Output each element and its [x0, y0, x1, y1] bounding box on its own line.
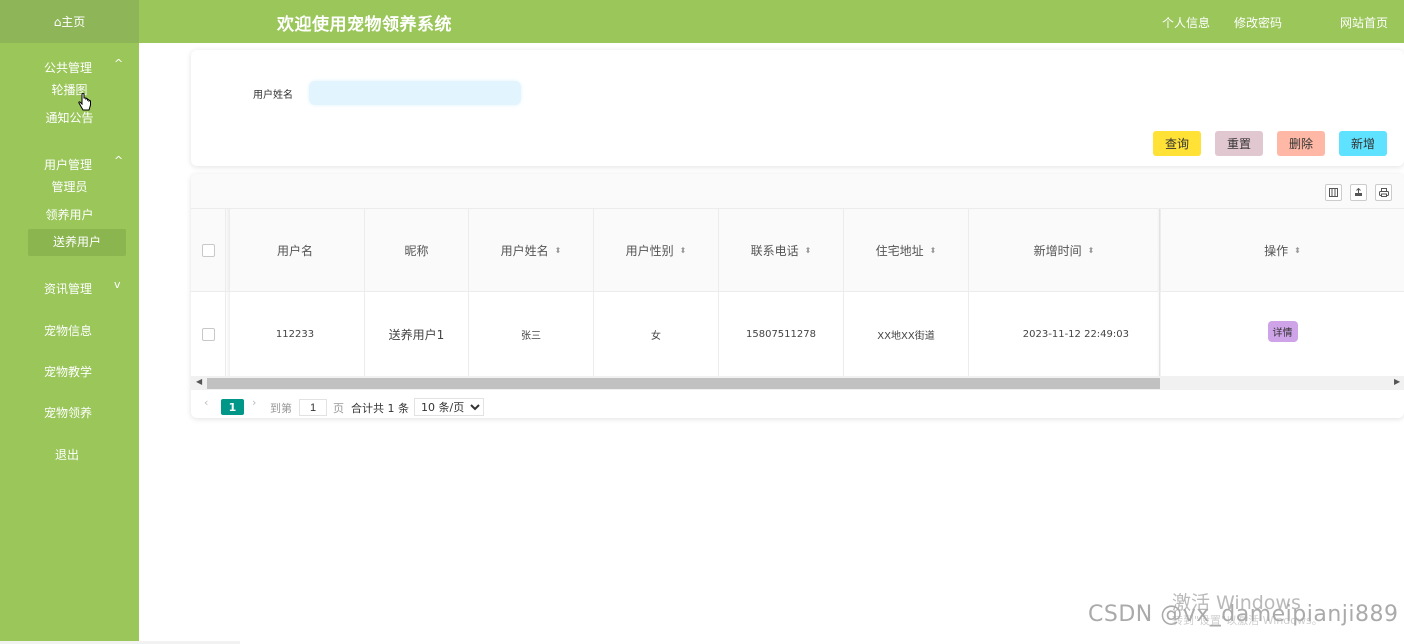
sort-icon[interactable]: ⬍ [680, 246, 687, 255]
menu-group-public-label: 公共管理 [44, 61, 93, 75]
menu-group-news[interactable]: 资讯管理 v [0, 277, 139, 299]
sort-icon[interactable]: ⬍ [1294, 246, 1301, 255]
profile-link[interactable]: 个人信息 [1162, 14, 1210, 31]
column-header-actions[interactable]: 操作 ⬍ [1161, 209, 1404, 291]
pagination: ‹ 1 › 到第 页 合计共 1 条 10 条/页 [191, 390, 1404, 418]
sidebar-item-giver-users[interactable]: 送养用户 [28, 229, 126, 256]
search-panel: 用户姓名 查询 重置 删除 新增 [191, 50, 1404, 166]
row-checkbox[interactable] [201, 327, 215, 341]
header-select-all-cell [191, 209, 226, 291]
sort-icon[interactable]: ⬍ [930, 246, 937, 255]
page-size-select[interactable]: 10 条/页 [414, 398, 484, 416]
column-header-gender[interactable]: 用户性别 ⬍ [594, 209, 719, 291]
sidebar-item-notice[interactable]: 通知公告 [0, 107, 139, 129]
column-header-label: 用户性别 [625, 243, 674, 258]
detail-button[interactable]: 详情 [1267, 321, 1298, 342]
column-header-name[interactable]: 用户姓名 ⬍ [469, 209, 594, 291]
page-unit-label: 页 [333, 402, 344, 415]
scroll-right-icon[interactable]: ▶ [1394, 377, 1400, 386]
column-header-label: 用户名 [276, 243, 313, 258]
menu-group-news-label: 资讯管理 [44, 282, 93, 296]
cell-nickname: 送养用户1 [365, 292, 469, 376]
change-password-link[interactable]: 修改密码 [1234, 14, 1282, 31]
goto-label: 到第 [270, 402, 292, 415]
column-header-label: 操作 [1264, 243, 1289, 258]
print-icon[interactable] [1375, 184, 1392, 201]
page-title: 欢迎使用宠物领养系统 [277, 15, 452, 35]
sort-icon[interactable]: ⬍ [555, 246, 562, 255]
scroll-left-icon[interactable]: ◀ [196, 377, 202, 386]
cell-name: 张三 [469, 292, 594, 376]
add-button[interactable]: 新增 [1339, 131, 1387, 156]
cell-username: 112233 [226, 292, 365, 376]
cell-gender: 女 [594, 292, 719, 376]
sidebar-home-link[interactable]: ⌂主页 [0, 0, 139, 43]
chevron-up-icon: ^ [114, 154, 124, 167]
column-header-created[interactable]: 新增时间 ⬍ [969, 209, 1160, 291]
table-row[interactable]: 112233 送养用户1 张三 女 15807511278 XX地XX街道 20… [191, 292, 1404, 376]
column-header-address[interactable]: 住宅地址 ⬍ [844, 209, 969, 291]
cell-phone: 15807511278 [719, 292, 844, 376]
current-page-button[interactable]: 1 [221, 399, 244, 415]
total-count: 合计共 1 条 [351, 402, 409, 415]
cell-actions: 详情 [1161, 292, 1404, 376]
column-header-username[interactable]: 用户名 [226, 209, 365, 291]
select-all-checkbox[interactable] [201, 243, 215, 257]
export-icon[interactable] [1350, 184, 1367, 201]
column-header-label: 住宅地址 [875, 243, 924, 258]
sidebar-item-pet-teaching[interactable]: 宠物教学 [44, 363, 92, 380]
query-button[interactable]: 查询 [1153, 131, 1201, 156]
columns-icon[interactable] [1325, 184, 1342, 201]
sidebar-item-carousel[interactable]: 轮播图 [0, 79, 139, 101]
cell-address: XX地XX街道 [844, 292, 969, 376]
goto-page-input[interactable] [299, 399, 327, 416]
sidebar-item-adopt-users[interactable]: 领养用户 [0, 204, 139, 226]
table-header: 用户名 昵称 用户姓名 ⬍ 用户性别 ⬍ 联系电话 ⬍ 住宅地址 ⬍ 新增时间 ⬍ 操作 ⬍ [191, 209, 1404, 292]
column-header-phone[interactable]: 联系电话 ⬍ [719, 209, 844, 291]
menu-group-public[interactable]: 公共管理 ^ [0, 56, 139, 78]
csdn-watermark: CSDN @vx_dameipianji889 [1088, 602, 1399, 627]
prev-page-icon[interactable]: ‹ [204, 396, 208, 409]
hand-cursor-icon [78, 93, 91, 111]
horizontal-scrollbar[interactable]: ◀ ▶ [191, 376, 1404, 390]
sort-icon[interactable]: ⬍ [1088, 246, 1095, 255]
search-label: 用户姓名 [253, 90, 293, 101]
sidebar-item-pet-info[interactable]: 宠物信息 [44, 322, 92, 339]
scrollbar-thumb[interactable] [207, 378, 1160, 389]
cell-created: 2023-11-12 22:49:03 [969, 292, 1160, 376]
next-page-icon[interactable]: › [252, 396, 256, 409]
column-header-label: 联系电话 [750, 243, 799, 258]
column-header-label: 新增时间 [1033, 243, 1082, 258]
table-panel: 用户名 昵称 用户姓名 ⬍ 用户性别 ⬍ 联系电话 ⬍ 住宅地址 ⬍ 新增时间 ⬍ 操作 ⬍… [191, 174, 1404, 418]
menu-group-users-label: 用户管理 [44, 158, 93, 172]
sidebar: ⌂主页 公共管理 ^ 轮播图 通知公告 用户管理 ^ 管理员 领养用户 送养用户… [0, 0, 139, 644]
search-input[interactable] [309, 81, 521, 105]
site-home-link[interactable]: 网站首页 [1340, 14, 1388, 31]
sort-icon[interactable]: ⬍ [805, 246, 812, 255]
sidebar-item-admin[interactable]: 管理员 [0, 176, 139, 198]
table-toolbar [191, 174, 1404, 209]
top-header: 欢迎使用宠物领养系统 个人信息 修改密码 网站首页 [139, 0, 1404, 43]
column-header-nickname[interactable]: 昵称 [365, 209, 469, 291]
menu-group-users[interactable]: 用户管理 ^ [0, 153, 139, 175]
reset-button[interactable]: 重置 [1215, 131, 1263, 156]
column-header-label: 昵称 [404, 243, 429, 258]
delete-button[interactable]: 删除 [1277, 131, 1325, 156]
sidebar-item-logout[interactable]: 退出 [55, 446, 79, 463]
chevron-up-icon: ^ [114, 57, 124, 70]
row-select-cell [191, 292, 226, 376]
column-header-label: 用户姓名 [500, 243, 549, 258]
chevron-down-icon: v [114, 278, 121, 291]
sidebar-item-pet-adoption[interactable]: 宠物领养 [44, 404, 92, 421]
